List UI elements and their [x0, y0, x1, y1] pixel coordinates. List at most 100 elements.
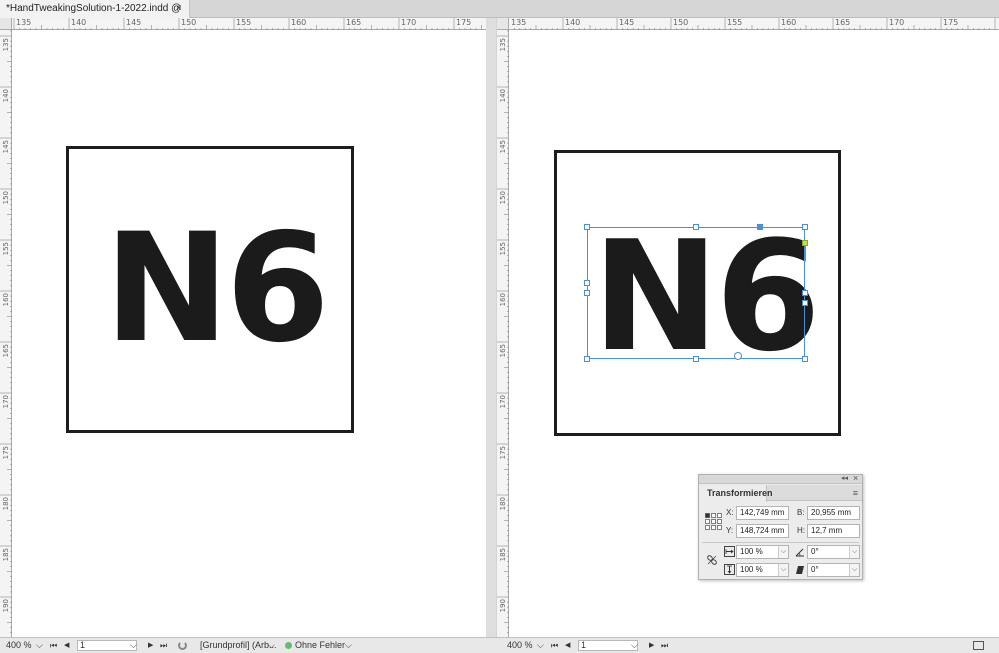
chevron-down-icon[interactable]: ⌵: [130, 638, 137, 653]
shear-icon: [795, 565, 805, 575]
ruler-label: 175: [456, 18, 472, 27]
chevron-down-icon[interactable]: ⌵: [778, 564, 788, 576]
ruler-label: 150: [673, 18, 689, 27]
chevron-down-icon[interactable]: ⌵: [537, 638, 544, 653]
transform-panel: ◂◂ × Transformieren ≡ X: 142,749 mm Y: 1…: [698, 473, 863, 580]
ruler-label: 175: [499, 446, 507, 460]
scale-y-dropdown[interactable]: 100 % ⌵: [736, 563, 789, 577]
scale-y-value: 100 %: [740, 565, 763, 574]
next-page-icon[interactable]: ▶: [148, 638, 153, 653]
scale-y-icon: [724, 564, 735, 575]
selection-handle-overset[interactable]: [802, 240, 808, 246]
y-position-field[interactable]: 148,724 mm: [736, 524, 789, 538]
ruler-label: 170: [499, 395, 507, 409]
page-number-field[interactable]: 1: [77, 640, 137, 651]
ruler-label: 165: [2, 344, 10, 358]
panel-tabs: Transformieren ≡: [699, 485, 862, 502]
selection-handle-top-left[interactable]: [584, 224, 590, 230]
selection-handle-bottom-right[interactable]: [802, 356, 808, 362]
panel-divider: [702, 542, 859, 543]
link-icon[interactable]: [706, 554, 718, 566]
close-icon[interactable]: ×: [176, 0, 182, 18]
chevron-down-icon[interactable]: ⌵: [345, 638, 352, 653]
previous-page-icon[interactable]: ◀: [64, 638, 69, 653]
last-page-icon[interactable]: ⏭: [661, 638, 668, 653]
selection-bounding-box[interactable]: [587, 227, 805, 359]
horizontal-ruler[interactable]: 135 140 145 150 155 160 165 170 175: [12, 18, 486, 30]
ruler-label: 165: [835, 18, 851, 27]
panel-title-bar[interactable]: ◂◂ ×: [699, 473, 862, 484]
ruler-label: 155: [236, 18, 252, 27]
vertical-ruler[interactable]: 135 140 145 150 155 160 165 170 175 180 185 190: [497, 30, 509, 637]
collapse-panel-icon[interactable]: ◂◂: [841, 474, 848, 482]
chevron-down-icon[interactable]: ⌵: [849, 546, 859, 558]
page-number-field[interactable]: 1: [578, 640, 638, 651]
ruler-label: 135: [499, 38, 507, 52]
selection-handle-top-center[interactable]: [693, 224, 699, 230]
selection-handle-bottom-center[interactable]: [693, 356, 699, 362]
zoom-level[interactable]: 400 %: [6, 638, 32, 653]
height-label: H:: [797, 526, 805, 535]
document-tab[interactable]: *HandTweakingSolution-1-2022.indd @ 400 …: [0, 0, 190, 32]
chevron-down-icon[interactable]: ⌵: [268, 638, 275, 653]
ruler-label: 180: [2, 497, 10, 511]
scale-x-dropdown[interactable]: 100 % ⌵: [736, 545, 789, 559]
ruler-label: 190: [2, 599, 10, 613]
zoom-level[interactable]: 400 %: [507, 638, 533, 653]
selection-handle-middle-left[interactable]: [584, 280, 590, 286]
ruler-label: 135: [2, 38, 10, 52]
next-page-icon[interactable]: ▶: [649, 638, 654, 653]
selection-handle-middle-left-inner[interactable]: [584, 290, 590, 296]
preflight-status[interactable]: Ohne Fehler: [285, 638, 345, 653]
chevron-down-icon[interactable]: ⌵: [849, 564, 859, 576]
ruler-label: 160: [499, 293, 507, 307]
horizontal-ruler[interactable]: 135 140 145 150 155 160 165 170 175: [509, 18, 999, 30]
previous-page-icon[interactable]: ◀: [565, 638, 570, 653]
ruler-label: 155: [499, 242, 507, 256]
y-label: Y:: [726, 526, 734, 535]
preflight-profile[interactable]: [Grundprofil] (Arb...: [200, 638, 277, 653]
ruler-label: 150: [499, 191, 507, 205]
rotation-dropdown[interactable]: 0° ⌵: [807, 545, 860, 559]
status-ok-icon: [285, 642, 292, 649]
ruler-label: 145: [619, 18, 635, 27]
rotate-icon: [795, 547, 805, 557]
reference-point-icon[interactable]: [705, 513, 723, 531]
rotation-value: 0°: [811, 547, 819, 556]
preflight-spinner-icon: [178, 641, 187, 650]
ruler-origin[interactable]: [0, 18, 12, 30]
ruler-label: 140: [2, 89, 10, 103]
panel-menu-icon[interactable]: ≡: [853, 488, 858, 498]
ruler-label: 135: [511, 18, 527, 27]
first-page-icon[interactable]: ⏮: [551, 638, 558, 653]
ruler-label: 150: [2, 191, 10, 205]
left-vertical-scrollbar[interactable]: [486, 18, 496, 637]
close-icon[interactable]: ×: [853, 473, 858, 483]
chevron-down-icon[interactable]: ⌵: [36, 638, 43, 653]
scale-x-icon: [724, 546, 735, 557]
selection-handle-top-right[interactable]: [802, 224, 808, 230]
ruler-label: 160: [291, 18, 307, 27]
chevron-down-icon[interactable]: ⌵: [778, 546, 788, 558]
selection-handle-content-grabber[interactable]: [757, 224, 763, 230]
height-field[interactable]: 12,7 mm: [807, 524, 860, 538]
n6-text[interactable]: N6: [104, 214, 330, 364]
selection-handle-middle-right-inner[interactable]: [802, 300, 808, 306]
selection-handle-bottom-left[interactable]: [584, 356, 590, 362]
ruler-origin[interactable]: [497, 18, 509, 30]
shear-value: 0°: [811, 565, 819, 574]
tab-transformieren[interactable]: Transformieren: [699, 485, 773, 502]
ruler-label: 170: [889, 18, 905, 27]
x-position-field[interactable]: 142,749 mm: [736, 506, 789, 520]
first-page-icon[interactable]: ⏮: [50, 638, 57, 653]
width-field[interactable]: 20,955 mm: [807, 506, 860, 520]
baseline-anchor-icon[interactable]: [734, 352, 742, 360]
ruler-label: 170: [401, 18, 417, 27]
screen-mode-icon[interactable]: [973, 641, 984, 650]
last-page-icon[interactable]: ⏭: [160, 638, 167, 653]
shear-dropdown[interactable]: 0° ⌵: [807, 563, 860, 577]
chevron-down-icon[interactable]: ⌵: [631, 638, 638, 653]
vertical-ruler[interactable]: 135 140 145 150 155 160 165 170 175 180 185 190: [0, 30, 12, 637]
ruler-label: 190: [499, 599, 507, 613]
selection-handle-middle-right[interactable]: [802, 290, 808, 296]
